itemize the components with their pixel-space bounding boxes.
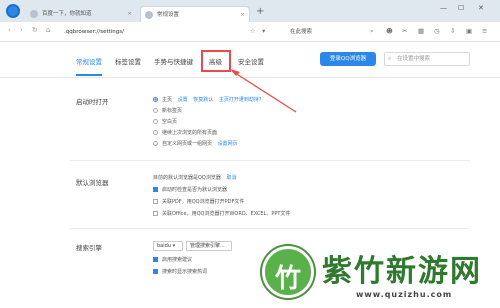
check-search-suggest[interactable]: 启用搜索建议: [153, 256, 192, 263]
checkbox[interactable]: [153, 269, 158, 274]
search-input[interactable]: 在此搜索: [280, 25, 360, 39]
address-bar[interactable]: .qqbrowser://settings/: [64, 25, 274, 39]
radio[interactable]: [153, 130, 158, 135]
toolbar: ‹ › ↻ ⌂ .qqbrowser://settings/ ☆ ▾ 在此搜索 …: [0, 22, 500, 42]
tab-title: 百度一下，你就知道: [42, 11, 92, 17]
new-tab-button[interactable]: +: [256, 6, 264, 17]
divider: [70, 160, 470, 161]
radio[interactable]: [153, 119, 158, 124]
menu-icon[interactable]: ≡: [482, 27, 487, 35]
checkbox[interactable]: [153, 211, 158, 216]
hijack-link[interactable]: 主页打开遭到劫持?: [219, 97, 262, 103]
search-icon: ⌕: [388, 56, 392, 62]
login-button[interactable]: 登录QQ浏览器: [320, 52, 376, 66]
search-icon[interactable]: ⌕: [370, 27, 374, 36]
download-icon[interactable]: ⇩: [450, 27, 455, 35]
tab-settings[interactable]: 常规设置 ×: [140, 6, 250, 22]
back-icon[interactable]: ‹: [8, 26, 11, 34]
reload-icon[interactable]: ↻: [32, 26, 38, 34]
close-tab-icon[interactable]: ×: [240, 7, 245, 23]
tab-security[interactable]: 安全设置: [238, 56, 264, 66]
divider: [70, 228, 470, 229]
tab-title: 常规设置: [157, 12, 180, 18]
game-icon[interactable]: ☻: [386, 27, 393, 35]
extension-icon[interactable]: ▦: [418, 27, 424, 35]
tab-baidu[interactable]: 百度一下，你就知道 ×: [26, 6, 136, 22]
watermark-logo-icon: 竹: [262, 246, 314, 298]
startup-label: 启动时打开: [76, 98, 109, 106]
search-engine-select[interactable]: baidu ▾: [153, 241, 183, 251]
favicon-icon: [30, 10, 38, 18]
search-engine-label: 搜索引擎: [76, 244, 102, 252]
cancel-default-link[interactable]: 取消: [226, 175, 236, 181]
restore-link[interactable]: 恢复默认: [193, 97, 213, 103]
history-icon[interactable]: ◷: [434, 27, 440, 35]
check-associate-office[interactable]: 关联Office，用QQ浏览器打开WORD、EXCEL、PPT文件: [153, 210, 290, 217]
startup-option-custom[interactable]: 自定义网页或一组网页 设置网页: [153, 140, 238, 147]
startup-option-newtab[interactable]: 新标签页: [153, 107, 182, 114]
radio[interactable]: [153, 97, 158, 102]
minimize-icon[interactable]: —: [440, 4, 447, 12]
tab-gestures[interactable]: 手势与快捷键: [154, 56, 193, 66]
maximize-icon[interactable]: ☐: [458, 4, 464, 12]
check-hot-words[interactable]: 搜索时显示搜索热词: [153, 268, 207, 275]
default-browser-status: 目前的默认浏览器是QQ浏览器 取消: [153, 175, 237, 181]
star-icon[interactable]: ☆: [250, 27, 256, 35]
checkbox[interactable]: [153, 257, 158, 262]
close-tab-icon[interactable]: ×: [127, 6, 132, 22]
startup-option-continue[interactable]: 继续上次浏览的所有页面: [153, 129, 217, 136]
watermark: 竹 紫竹新游网 www.quzizhu.com: [258, 244, 494, 308]
default-browser-label: 默认浏览器: [76, 179, 109, 187]
watermark-url: www.quzizhu.com: [356, 290, 453, 299]
checkbox[interactable]: [153, 187, 158, 192]
home-icon[interactable]: ⌂: [46, 26, 50, 34]
settings-favicon-icon: [145, 11, 153, 19]
check-default-on-start[interactable]: 启动时检查是否为默认浏览器: [153, 186, 227, 193]
settings-search-input[interactable]: ⌕ 在设置中搜索: [384, 52, 470, 66]
radio[interactable]: [153, 141, 158, 146]
checkbox[interactable]: [153, 199, 158, 204]
set-pages-link[interactable]: 设置网页: [218, 141, 238, 147]
title-bar: 百度一下，你就知道 × 常规设置 × + — ☐ ✕: [0, 0, 500, 22]
bookmark-icon[interactable]: ▣: [466, 27, 472, 35]
manage-search-engines-button[interactable]: 管理搜索引擎...: [186, 241, 232, 251]
check-associate-pdf[interactable]: 关联PDF，用QQ浏览器打开PDF文件: [153, 198, 244, 205]
advanced-highlight-box: [201, 50, 231, 72]
browser-logo-icon[interactable]: [6, 4, 20, 18]
forward-icon[interactable]: ›: [20, 26, 23, 34]
set-link[interactable]: 设置: [178, 97, 188, 103]
startup-option-home[interactable]: 主页 设置 恢复默认 主页打开遭到劫持?: [153, 96, 261, 103]
radio[interactable]: [153, 108, 158, 113]
watermark-text: 紫竹新游网: [322, 254, 482, 289]
startup-option-blank[interactable]: 空白页: [153, 118, 177, 125]
window-close-icon[interactable]: ✕: [478, 4, 484, 12]
clip-icon[interactable]: ✂: [402, 27, 407, 35]
tab-tabs[interactable]: 标签设置: [115, 56, 141, 66]
dropdown-icon[interactable]: ▾: [262, 27, 265, 35]
tab-general[interactable]: 常规设置: [76, 56, 102, 76]
